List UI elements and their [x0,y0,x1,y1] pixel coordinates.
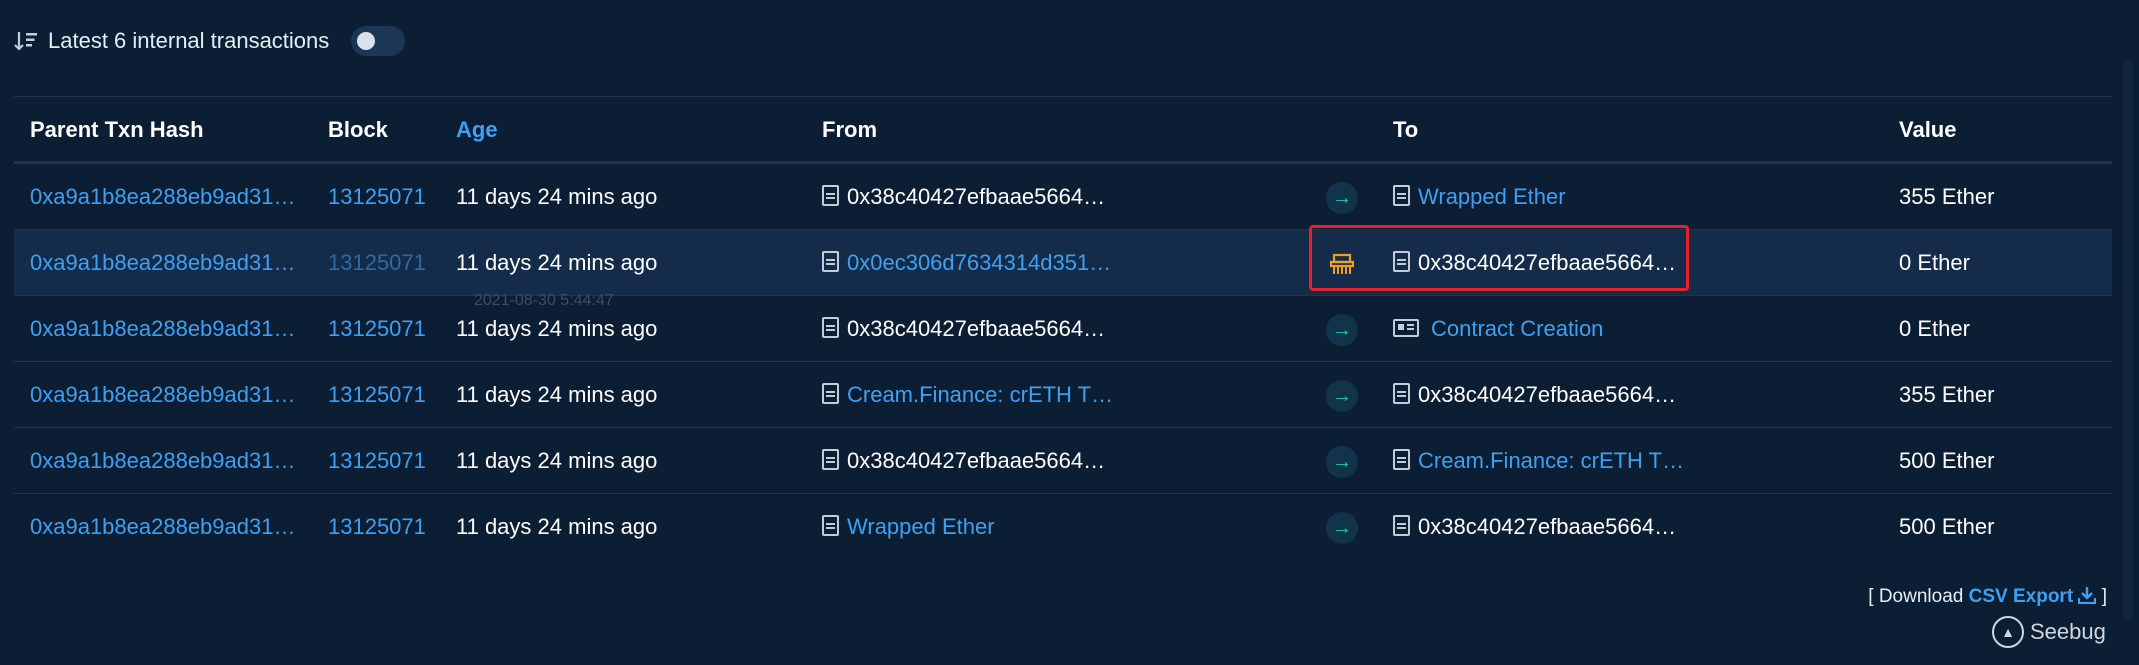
block-link[interactable]: 13125071 [328,184,426,210]
column-parent-txn-hash: Parent Txn Hash [30,117,204,142]
from-address-link[interactable]: 0x0ec306d7634314d351… [847,250,1111,275]
table-header: Parent Txn Hash Block Age From To Value [14,96,2112,164]
scrollbar[interactable] [2123,60,2133,620]
from-address: 0x38c40427efbaae5664… [822,184,1105,210]
contract-icon [822,515,839,536]
to-address: 0x38c40427efbaae5664… [1393,514,1676,540]
contract-icon [822,317,839,338]
parent-txn-hash-link[interactable]: 0xa9a1b8ea288eb9ad31… [30,316,295,342]
contract-icon [1393,449,1410,470]
block-link[interactable]: 13125071 [328,316,426,342]
table-row: 0xa9a1b8ea288eb9ad31… 13125071 11 days 2… [14,164,2112,230]
parent-txn-hash-link[interactable]: 0xa9a1b8ea288eb9ad31… [30,184,295,210]
to-address: Cream.Finance: crETH T… [1393,448,1684,474]
column-block: Block [328,117,388,142]
arrow-right-icon: → [1326,314,1358,346]
parent-txn-hash-link[interactable]: 0xa9a1b8ea288eb9ad31… [30,250,295,276]
age-tooltip: 2021-08-30 5:44:47 [474,292,614,309]
to-address-text[interactable]: 0x38c40427efbaae5664… [1418,514,1676,539]
column-to: To [1393,117,1419,142]
internal-txns-table: Parent Txn Hash Block Age From To Value … [14,96,2112,559]
from-address: Wrapped Ether [822,514,995,540]
from-address-text[interactable]: 0x38c40427efbaae5664… [847,316,1105,341]
parent-txn-hash-link[interactable]: 0xa9a1b8ea288eb9ad31… [30,448,295,474]
from-address-text[interactable]: 0x38c40427efbaae5664… [847,184,1105,209]
column-from: From [822,117,877,142]
table-row: 0xa9a1b8ea288eb9ad31… 13125071 11 days 2… [14,296,2112,362]
contract-icon [822,449,839,470]
age-text: 11 days 24 mins ago [456,250,658,275]
to-address-link[interactable]: Cream.Finance: crETH T… [1418,448,1684,473]
to-address-text[interactable]: 0x38c40427efbaae5664… [1418,382,1676,407]
block-link[interactable]: 13125071 [328,382,426,408]
internal-txns-title: Latest 6 internal transactions [48,28,330,53]
arrow-right-icon: → [1326,512,1358,544]
seebug-logo-icon: ▲ [1992,616,2024,648]
value-text: 355 Ether [1899,184,1995,209]
block-link[interactable]: 13125071 [328,250,426,276]
watermark-text: Seebug [2030,619,2106,644]
column-value: Value [1899,117,1957,142]
annotation-highlight-box [1309,225,1689,291]
parent-txn-hash-link[interactable]: 0xa9a1b8ea288eb9ad31… [30,514,295,540]
to-address: 0x38c40427efbaae5664… [1393,382,1676,408]
from-address: 0x38c40427efbaae5664… [822,448,1105,474]
csv-download: [ Download CSV Export ] [1868,586,2107,608]
from-address-text[interactable]: 0x38c40427efbaae5664… [847,448,1105,473]
value-text: 355 Ether [1899,382,1995,407]
contract-icon [822,383,839,404]
contract-creation-icon [1393,319,1419,337]
arrow-right-icon: → [1326,182,1358,214]
contract-icon [822,251,839,272]
internal-txns-header: Latest 6 internal transactions [14,24,406,58]
value-text: 500 Ether [1899,448,1995,473]
sort-desc-icon[interactable] [14,29,38,53]
table-row: 0xa9a1b8ea288eb9ad31… 13125071 11 days 2… [14,362,2112,428]
contract-icon [1393,185,1410,206]
age-text: 11 days 24 mins ago [456,514,658,539]
download-suffix: ] [2101,586,2107,607]
value-text: 0 Ether [1899,316,1970,341]
block-link[interactable]: 13125071 [328,514,426,540]
to-address: Wrapped Ether [1393,184,1566,210]
age-text: 11 days 24 mins ago [456,316,658,341]
table-row: 0xa9a1b8ea288eb9ad31… 13125071 11 days 2… [14,230,2112,296]
seebug-watermark: ▲ Seebug [1992,616,2106,648]
value-text: 500 Ether [1899,514,1995,539]
age-text: 11 days 24 mins ago [456,382,658,407]
from-address: Cream.Finance: crETH T… [822,382,1113,408]
from-address-link[interactable]: Cream.Finance: crETH T… [847,382,1113,407]
arrow-right-icon: → [1326,380,1358,412]
advanced-mode-toggle[interactable] [351,26,406,56]
from-address: 0x38c40427efbaae5664… [822,316,1105,342]
to-address-link[interactable]: Contract Creation [1431,316,1603,341]
table-row: 0xa9a1b8ea288eb9ad31… 13125071 11 days 2… [14,428,2112,494]
csv-export-link[interactable]: CSV Export [1969,586,2074,607]
toggle-knob [357,32,376,50]
value-text: 0 Ether [1899,250,1970,275]
contract-icon [1393,383,1410,404]
download-icon[interactable] [2078,586,2101,607]
age-text: 11 days 24 mins ago [456,448,658,473]
column-age[interactable]: Age [456,117,498,143]
from-address-link[interactable]: Wrapped Ether [847,514,995,539]
block-link[interactable]: 13125071 [328,448,426,474]
to-address-link[interactable]: Wrapped Ether [1418,184,1566,209]
contract-icon [1393,515,1410,536]
download-prefix: [ Download [1868,586,1969,607]
from-address: 0x0ec306d7634314d351… [822,250,1111,276]
table-row: 0xa9a1b8ea288eb9ad31… 13125071 11 days 2… [14,494,2112,559]
to-address: Contract Creation [1393,316,1603,342]
arrow-right-icon: → [1326,446,1358,478]
age-text: 11 days 24 mins ago [456,184,658,209]
parent-txn-hash-link[interactable]: 0xa9a1b8ea288eb9ad31… [30,382,295,408]
contract-icon [822,185,839,206]
